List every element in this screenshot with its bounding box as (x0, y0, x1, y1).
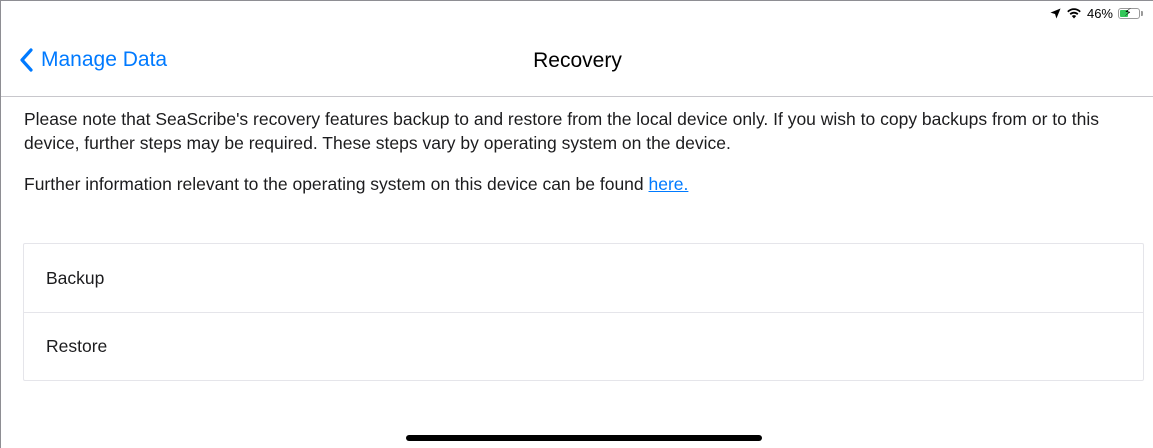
backup-row[interactable]: Backup (24, 244, 1143, 312)
info-paragraph-os: Further information relevant to the oper… (24, 172, 1143, 196)
info-paragraph-os-text: Further information relevant to the oper… (24, 174, 649, 194)
restore-row[interactable]: Restore (24, 312, 1143, 380)
location-arrow-icon (1050, 7, 1061, 19)
page-title: Recovery (533, 49, 622, 72)
recovery-options-list: Backup Restore (23, 243, 1144, 381)
home-indicator[interactable] (406, 435, 762, 441)
backup-label: Backup (46, 267, 105, 288)
recovery-info: Please note that SeaScribe's recovery fe… (24, 107, 1143, 213)
restore-label: Restore (46, 336, 108, 356)
status-bar: 46% ⚡ (853, 1, 1153, 25)
help-link[interactable]: here. (649, 174, 689, 194)
battery-icon: ⚡ (1118, 6, 1143, 19)
battery-percent: 46% (1086, 5, 1113, 21)
info-paragraph: Please note that SeaScribe's recovery fe… (24, 109, 1099, 153)
navigation-bar: Manage Data Recovery (1, 25, 1153, 97)
charging-bolt-icon: ⚡ (1124, 6, 1132, 19)
wifi-icon (1066, 7, 1082, 19)
recovery-screen: 46% ⚡ Manage Data Recovery Please note t… (0, 0, 1153, 448)
